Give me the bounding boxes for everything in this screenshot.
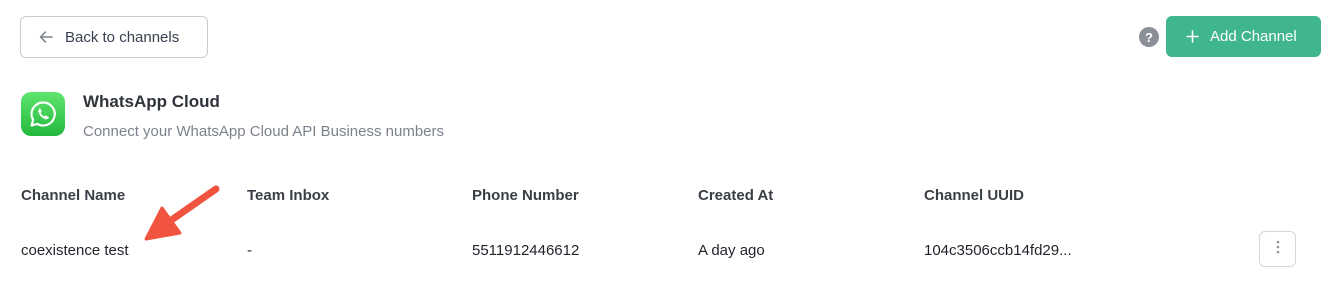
cell-channel-name[interactable]: coexistence test bbox=[21, 242, 129, 259]
plus-icon bbox=[1186, 30, 1199, 43]
more-vertical-icon bbox=[1276, 240, 1280, 259]
back-to-channels-button[interactable]: Back to channels bbox=[20, 16, 208, 58]
back-button-label: Back to channels bbox=[65, 28, 180, 46]
column-header-channel-name: Channel Name bbox=[21, 187, 126, 204]
whatsapp-logo-icon bbox=[21, 92, 65, 136]
help-symbol: ? bbox=[1145, 29, 1153, 45]
cell-phone-number: 5511912446612 bbox=[472, 242, 580, 259]
arrow-left-icon bbox=[39, 30, 53, 44]
row-actions-menu-button[interactable] bbox=[1259, 231, 1296, 267]
channel-type-title: WhatsApp Cloud bbox=[83, 92, 220, 111]
column-header-phone-number: Phone Number bbox=[472, 187, 579, 204]
add-channel-button[interactable]: Add Channel bbox=[1166, 16, 1321, 57]
cell-created-at: A day ago bbox=[698, 242, 765, 259]
cell-team-inbox: - bbox=[247, 242, 252, 259]
column-header-created-at: Created At bbox=[698, 187, 774, 204]
add-channel-label: Add Channel bbox=[1210, 28, 1297, 45]
column-header-channel-uuid: Channel UUID bbox=[924, 187, 1025, 204]
cell-channel-uuid: 104c3506ccb14fd29... bbox=[924, 242, 1072, 259]
help-icon[interactable]: ? bbox=[1139, 27, 1159, 47]
annotation-arrow-icon bbox=[140, 183, 222, 248]
channel-type-subtitle: Connect your WhatsApp Cloud API Business… bbox=[83, 123, 445, 140]
column-header-team-inbox: Team Inbox bbox=[247, 187, 330, 204]
